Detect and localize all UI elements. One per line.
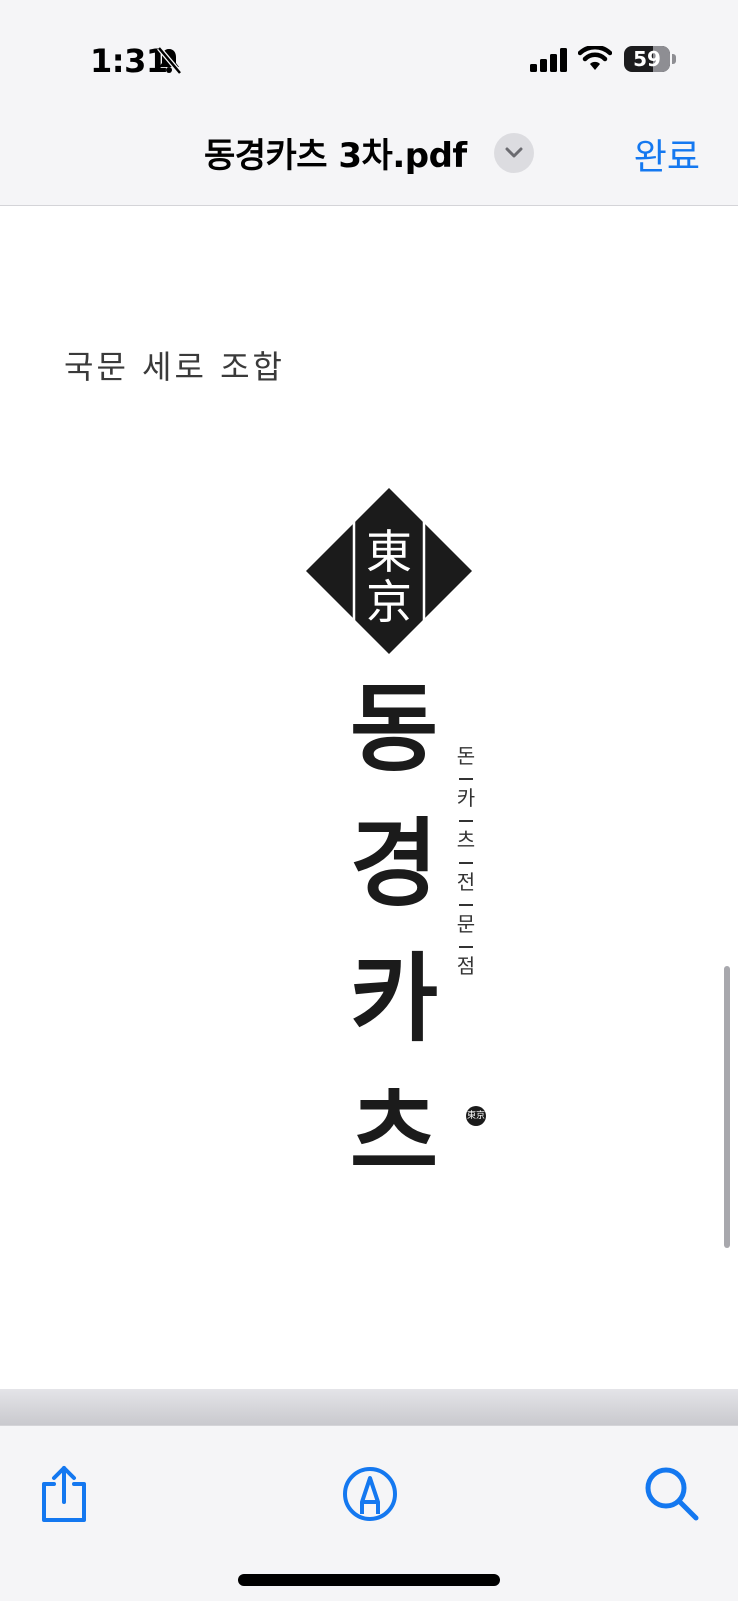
logo-sub-char: 츠 [456, 828, 476, 852]
share-icon[interactable] [34, 1464, 94, 1524]
search-icon[interactable] [642, 1464, 702, 1524]
document-title-bar[interactable]: 동경카츠 3차.pdf [0, 128, 738, 177]
wifi-icon [578, 46, 612, 70]
pdf-page[interactable]: 국문 세로 조합 東 京 동 경 카 츠 돈 카 츠 전 문 점 東京 [0, 206, 738, 1389]
logo-kanji-2: 京 [366, 575, 412, 629]
dongkyung-katsu-logo: 東 京 동 경 카 츠 돈 카 츠 전 문 점 東京 [304, 486, 486, 1366]
logo-subtitle-column: 돈 카 츠 전 문 점 [454, 746, 478, 980]
logo-main-char: 경 [349, 808, 439, 920]
battery-cap [672, 54, 676, 64]
divider [459, 946, 473, 948]
cellular-signal-icon [530, 48, 567, 72]
divider [459, 904, 473, 906]
logo-main-char: 동 [349, 673, 439, 785]
done-button[interactable]: 완료 [634, 128, 700, 180]
logo-main-char: 카 [349, 943, 439, 1055]
battery-icon: 59 [624, 46, 670, 72]
scrollbar[interactable] [724, 966, 730, 1248]
home-indicator[interactable] [238, 1574, 500, 1586]
bell-slash-icon [157, 46, 182, 74]
logo-sub-char: 카 [456, 786, 476, 810]
logo-sub-char: 점 [456, 954, 476, 978]
chevron-down-icon[interactable] [494, 132, 535, 173]
logo-seal: 東京 [466, 1106, 486, 1126]
logo-sub-char: 문 [456, 912, 476, 936]
divider [459, 778, 473, 780]
logo-sub-char: 돈 [456, 744, 476, 768]
logo-sub-char: 전 [456, 870, 476, 894]
page-heading: 국문 세로 조합 [64, 348, 285, 386]
divider [459, 862, 473, 864]
battery-level: 59 [633, 47, 661, 71]
page-separator [0, 1389, 738, 1425]
bottom-toolbar [0, 1425, 738, 1601]
logo-main-char: 츠 [349, 1078, 439, 1190]
logo-kanji-1: 東 [366, 525, 412, 579]
diamond-emblem: 東 京 [306, 488, 472, 654]
markup-icon[interactable] [340, 1464, 400, 1524]
top-chrome: 1:31 59 동경카츠 3차.pdf 완료 [0, 0, 738, 206]
status-bar: 1:31 59 [0, 0, 738, 110]
divider [459, 820, 473, 822]
document-title[interactable]: 동경카츠 3차.pdf [204, 128, 467, 177]
